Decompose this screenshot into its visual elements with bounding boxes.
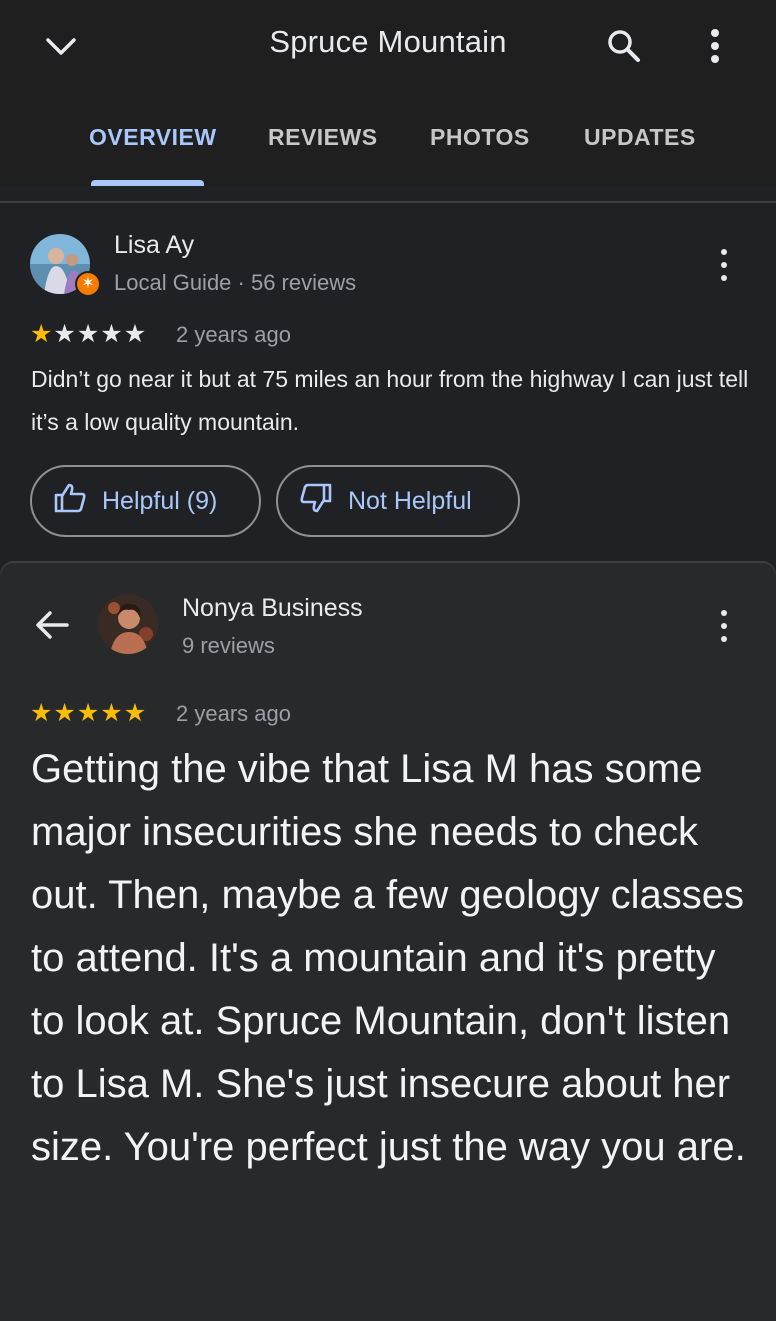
more-vert-icon[interactable] [709,245,739,285]
page-title: Spruce Mountain [269,24,507,59]
star-rating: ★ ★ ★ ★ ★ [30,322,146,347]
star-icon: ★ [53,699,76,727]
star-icon: ★ [123,320,147,348]
review-text: Getting the vibe that Lisa M has some ma… [31,747,746,1169]
top-app-bar: Spruce Mountain OVERVIEW REVIEWS PHOTOS … [0,0,776,186]
active-tab-indicator [91,180,204,186]
reviewer-meta: 9 reviews [182,633,275,658]
local-guide-badge-icon: ✶ [75,271,101,297]
review-text: Didn’t go near it but at 75 miles an hou… [31,366,749,435]
not-helpful-button[interactable]: Not Helpful [276,465,520,537]
more-vert-icon[interactable] [709,606,739,646]
tab-reviews[interactable]: REVIEWS [268,124,378,151]
divider [0,201,776,203]
tab-overview[interactable]: OVERVIEW [89,124,217,151]
thumbs-up-icon [54,483,86,520]
star-icon: ★ [76,320,100,348]
star-icon: ★ [100,699,123,727]
review-time: 2 years ago [176,701,291,726]
avatar[interactable] [98,594,158,654]
star-icon: ★ [100,320,123,348]
back-arrow-icon[interactable] [22,595,82,655]
review-time: 2 years ago [176,322,291,347]
thumbs-down-icon [300,483,332,520]
star-icon: ★ [30,699,53,727]
star-rating: ★ ★ ★ ★ ★ [30,701,146,726]
star-icon: ★ [53,320,76,348]
helpful-label: Helpful (9) [102,486,218,515]
chevron-down-icon[interactable] [31,17,91,77]
reviewer-meta: Local Guide · 56 reviews [114,270,357,295]
not-helpful-label: Not Helpful [348,486,472,515]
more-vert-icon[interactable] [685,16,745,76]
star-icon: ★ [76,699,100,727]
tab-photos[interactable]: PHOTOS [430,124,530,151]
tab-updates[interactable]: UPDATES [584,124,696,151]
reviewer-name[interactable]: Lisa Ay [114,231,194,260]
tab-bar: OVERVIEW REVIEWS PHOTOS UPDATES [0,106,776,186]
star-icon: ★ [123,699,147,727]
star-icon: ★ [30,320,53,348]
reviewer-name[interactable]: Nonya Business [182,594,363,623]
helpful-button[interactable]: Helpful (9) [30,465,261,537]
search-icon[interactable] [594,16,654,76]
